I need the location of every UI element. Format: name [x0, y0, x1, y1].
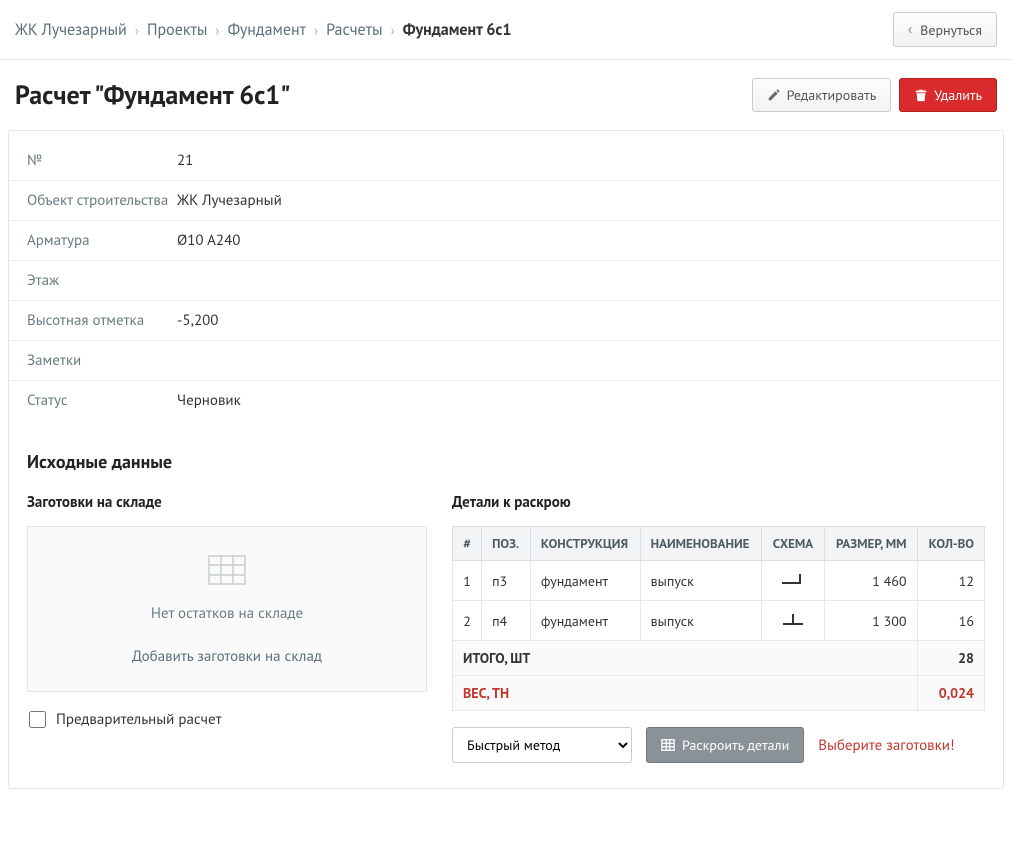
info-row: № 21 [9, 141, 1003, 181]
info-label: Высотная отметка [27, 311, 177, 330]
info-label: Объект строительства [27, 191, 177, 210]
info-block: № 21 Объект строительства ЖК Лучезарный … [9, 131, 1003, 420]
info-label: Статус [27, 391, 177, 410]
th-size: РАЗМЕР, ММ [824, 527, 917, 561]
details-title: Детали к раскрою [452, 493, 985, 526]
cell-size: 1 460 [824, 561, 917, 601]
cell-construction: фундамент [530, 561, 640, 601]
th-qty: КОЛ-ВО [917, 527, 984, 561]
th-scheme: СХЕМА [762, 527, 824, 561]
info-value: Черновик [177, 391, 241, 410]
info-value: Ø10 A240 [177, 231, 240, 250]
chevron-right-icon: › [391, 21, 395, 39]
cell-scheme [762, 601, 824, 641]
action-row: Быстрый метод Раскроить детали В [452, 711, 985, 763]
cell-scheme [762, 561, 824, 601]
chevron-right-icon: › [135, 21, 139, 39]
chevron-right-icon: › [215, 21, 219, 39]
breadcrumb-item[interactable]: Фундамент [228, 20, 306, 40]
method-select[interactable]: Быстрый метод [452, 727, 632, 763]
breadcrumb-current: Фундамент 6с1 [403, 20, 512, 40]
preliminary-row: Предварительный расчет [27, 692, 427, 729]
info-row: Этаж [9, 261, 1003, 301]
weight-value: 0,024 [917, 676, 984, 711]
cell-qty: 16 [917, 601, 984, 641]
breadcrumb-item[interactable]: ЖК Лучезарный [15, 20, 127, 40]
info-value: -5,200 [177, 311, 218, 330]
table-empty-icon [208, 555, 246, 590]
title-actions: Редактировать Удалить [752, 78, 997, 112]
back-button[interactable]: ‹ Вернуться [893, 12, 997, 47]
add-stock-link[interactable]: Добавить заготовки на склад [132, 647, 322, 666]
cell-idx: 1 [453, 561, 482, 601]
edit-button[interactable]: Редактировать [752, 78, 892, 112]
info-value: ЖК Лучезарный [177, 191, 282, 210]
cell-construction: фундамент [530, 601, 640, 641]
th-pos: ПОЗ. [482, 527, 531, 561]
info-row: Высотная отметка -5,200 [9, 301, 1003, 341]
calc-button-label: Раскроить детали [682, 736, 789, 754]
delete-button[interactable]: Удалить [899, 78, 997, 112]
table-total-row: ИТОГО, ШТ 28 [453, 641, 985, 676]
table-weight-row: ВЕС, ТН 0,024 [453, 676, 985, 711]
th-construction: КОНСТРУКЦИЯ [530, 527, 640, 561]
empty-stock-text: Нет остатков на складе [48, 604, 406, 623]
stock-title: Заготовки на складе [27, 493, 427, 526]
info-label: № [27, 151, 177, 170]
details-column: Детали к раскрою # ПОЗ. КОНСТРУКЦИЯ НАИМ… [452, 493, 985, 763]
cell-qty: 12 [917, 561, 984, 601]
th-idx: # [453, 527, 482, 561]
details-table: # ПОЗ. КОНСТРУКЦИЯ НАИМЕНОВАНИЕ СХЕМА РА… [452, 526, 985, 711]
table-header-row: # ПОЗ. КОНСТРУКЦИЯ НАИМЕНОВАНИЕ СХЕМА РА… [453, 527, 985, 561]
weight-label: ВЕС, ТН [453, 676, 918, 711]
th-name: НАИМЕНОВАНИЕ [640, 527, 762, 561]
total-value: 28 [917, 641, 984, 676]
pencil-icon [767, 88, 781, 102]
info-row: Заметки [9, 341, 1003, 381]
title-row: Расчет "Фундамент 6с1" Редактировать Уда… [0, 60, 1012, 130]
cell-name: выпуск [640, 601, 762, 641]
edit-button-label: Редактировать [787, 86, 877, 104]
info-label: Заметки [27, 351, 177, 370]
trash-icon [914, 88, 928, 102]
cell-name: выпуск [640, 561, 762, 601]
panel: № 21 Объект строительства ЖК Лучезарный … [8, 130, 1004, 789]
table-row[interactable]: 2 п4 фундамент выпуск 1 300 16 [453, 601, 985, 641]
cell-pos: п3 [482, 561, 531, 601]
grid-icon [661, 738, 675, 752]
two-col: Заготовки на складе Нет остатков на скла… [9, 483, 1003, 788]
total-label: ИТОГО, ШТ [453, 641, 918, 676]
breadcrumb-item[interactable]: Расчеты [326, 20, 382, 40]
info-label: Арматура [27, 231, 177, 250]
breadcrumb: ЖК Лучезарный › Проекты › Фундамент › Ра… [15, 20, 511, 40]
table-row[interactable]: 1 п3 фундамент выпуск 1 460 12 [453, 561, 985, 601]
section-source-title: Исходные данные [9, 420, 1003, 483]
stock-column: Заготовки на складе Нет остатков на скла… [27, 493, 427, 763]
back-button-label: Вернуться [920, 21, 982, 39]
info-label: Этаж [27, 271, 177, 290]
cell-idx: 2 [453, 601, 482, 641]
calc-button[interactable]: Раскроить детали [646, 727, 804, 763]
info-value: 21 [177, 151, 193, 170]
scheme-tee-icon [778, 611, 808, 627]
cell-size: 1 300 [824, 601, 917, 641]
preliminary-checkbox[interactable] [29, 711, 46, 728]
delete-button-label: Удалить [934, 86, 982, 104]
page-title: Расчет "Фундамент 6с1" [15, 79, 291, 112]
info-row: Статус Черновик [9, 381, 1003, 420]
breadcrumb-item[interactable]: Проекты [147, 20, 207, 40]
header: ЖК Лучезарный › Проекты › Фундамент › Ра… [0, 0, 1012, 60]
chevron-left-icon: ‹ [908, 20, 912, 39]
info-row: Объект строительства ЖК Лучезарный [9, 181, 1003, 221]
info-row: Арматура Ø10 A240 [9, 221, 1003, 261]
empty-stock-box: Нет остатков на складе Добавить заготовк… [27, 526, 427, 692]
cell-pos: п4 [482, 601, 531, 641]
scheme-corner-icon [778, 571, 808, 587]
preliminary-label[interactable]: Предварительный расчет [56, 710, 222, 729]
chevron-right-icon: › [314, 21, 318, 39]
warning-text: Выберите заготовки! [818, 736, 954, 755]
